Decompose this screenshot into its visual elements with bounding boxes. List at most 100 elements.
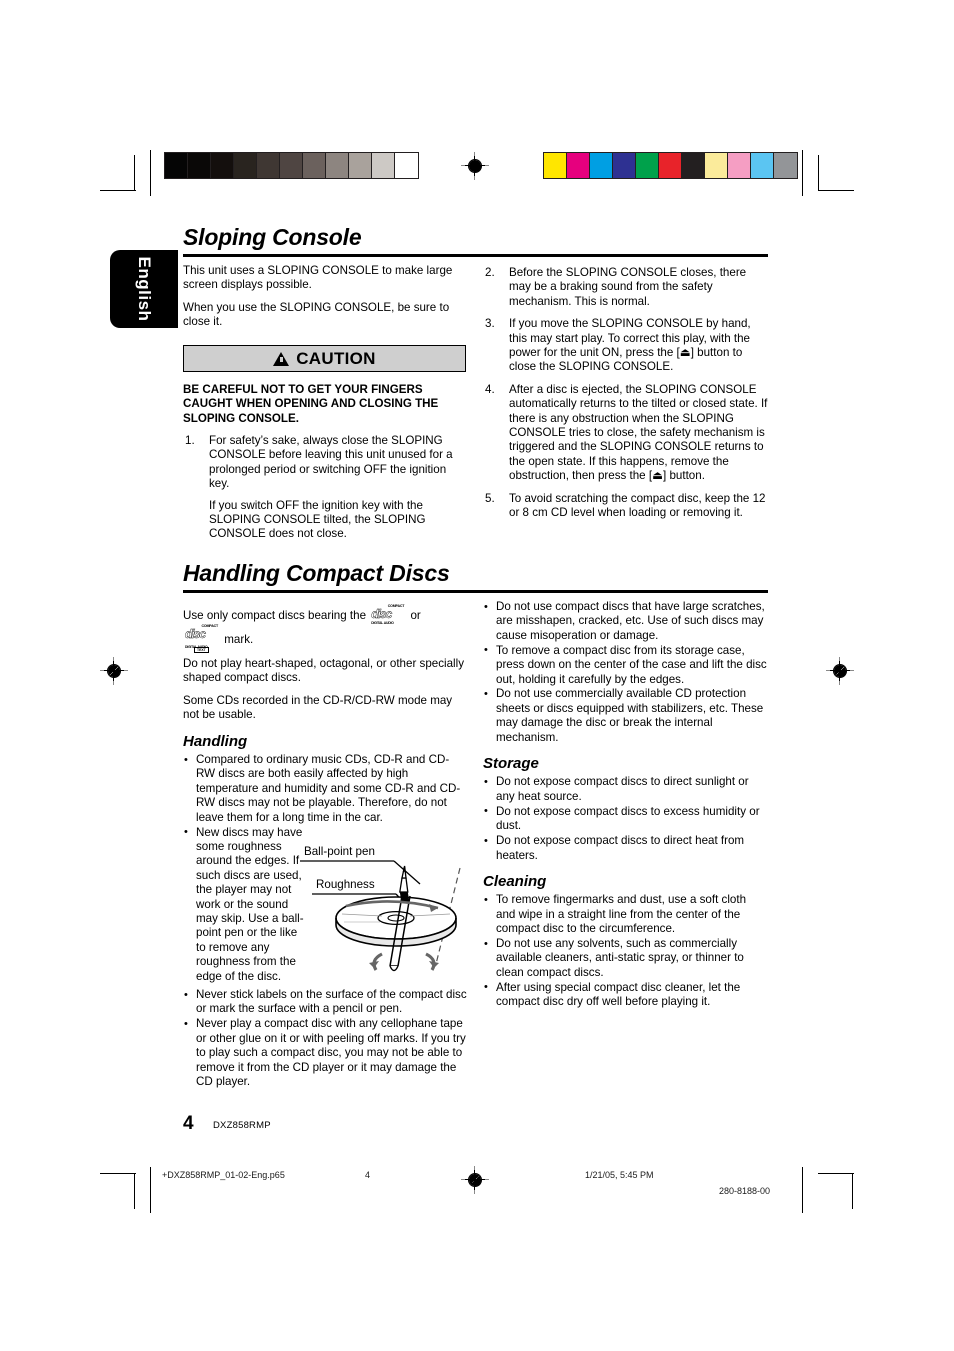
list-item: After using special compact disc cleaner…: [483, 980, 768, 1010]
list-item: Never stick labels on the surface of the…: [183, 988, 468, 1017]
print-doc-code: 280-8188-00: [719, 1186, 771, 1196]
caution-banner: CAUTION: [183, 345, 466, 372]
calibration-swatch-1: [567, 153, 590, 178]
list-item-number: 1.: [185, 434, 195, 447]
numbered-list-right: 2. Before the SLOPING CONSOLE closes, th…: [483, 266, 768, 521]
print-timestamp: 1/21/05, 5:45 PM: [585, 1170, 654, 1180]
warning-triangle-icon: [273, 351, 290, 366]
handling-paragraph-2: Some CDs recorded in the CD-R/CD-RW mode…: [183, 693, 453, 722]
compact-disc-digital-audio-logo-icon: COMPACT disc DIGITAL AUDIO: [371, 604, 405, 625]
compact-disc-text-logo-icon: COMPACT disc DIGITAL AUDIO TEXT: [185, 624, 219, 653]
calibration-swatch-2: [211, 153, 234, 178]
list-item-text: Before the SLOPING CONSOLE closes, there…: [509, 266, 747, 308]
calibration-swatch-1: [188, 153, 211, 178]
calibration-swatch-8: [728, 153, 751, 178]
list-item-text: If you move the SLOPING CONSOLE by hand,…: [509, 317, 751, 374]
calibration-swatch-4: [636, 153, 659, 178]
cd-logo-word: disc: [371, 606, 392, 621]
list-item: Compared to ordinary music CDs, CD-R and…: [183, 753, 468, 825]
list-item: Do not expose compact discs to direct su…: [483, 775, 768, 804]
calibration-swatch-9: [372, 153, 395, 178]
calibration-swatch-2: [590, 153, 613, 178]
sloping-console-left-column: This unit uses a SLOPING CONSOLE to make…: [183, 264, 468, 338]
illustration-svg: [300, 860, 461, 972]
calibration-swatch-9: [751, 153, 774, 178]
illustration-label-ball-point-pen: Ball-point pen: [304, 845, 375, 858]
calibration-swatch-4: [257, 153, 280, 178]
list-item: To remove fingermarks and dust, use a so…: [483, 893, 768, 936]
calibration-swatch-6: [303, 153, 326, 178]
registration-mark-right: [826, 657, 854, 685]
calibration-swatch-10: [395, 153, 418, 178]
list-item: Never play a compact disc with any cello…: [183, 1017, 468, 1089]
sloping-console-right-column: 2. Before the SLOPING CONSOLE closes, th…: [483, 266, 768, 529]
list-item: Do not expose compact discs to direct he…: [483, 834, 768, 863]
section-heading-sloping-console: Sloping Console: [183, 224, 768, 257]
calibration-swatch-7: [326, 153, 349, 178]
storage-bullet-list: Do not expose compact discs to direct su…: [483, 775, 768, 862]
cd-mark-paragraph: Use only compact discs bearing the COMPA…: [183, 604, 468, 653]
list-item: Do not use commercially available CD pro…: [483, 687, 768, 745]
print-page-number: 4: [365, 1170, 371, 1180]
list-item: 4. After a disc is ejected, the SLOPING …: [483, 383, 768, 484]
calibration-swatch-5: [659, 153, 682, 178]
calibration-swatch-6: [682, 153, 705, 178]
subsection-title-storage: Storage: [483, 755, 539, 773]
language-tab-english: English: [110, 250, 178, 328]
cd-text-logo-bottom-2: TEXT: [194, 646, 209, 653]
list-item: Do not use any solvents, such as commerc…: [483, 937, 768, 980]
calibration-swatch-10: [774, 153, 797, 178]
calibration-swatch-0: [544, 153, 567, 178]
registration-mark-bottom: [461, 1166, 489, 1194]
ball-point-pen-disc-illustration: Ball-point pen Roughness: [286, 836, 476, 986]
calibration-swatch-0: [165, 153, 188, 178]
language-tab-label: English: [135, 256, 154, 322]
cd-mark-intro: Use only compact discs bearing the: [183, 609, 367, 622]
list-item: Do not use compact discs that have large…: [483, 599, 768, 643]
list-item-text: If you switch OFF the ignition key with …: [209, 498, 426, 541]
calibration-swatch-3: [613, 153, 636, 178]
caution-lead-text: BE CAREFUL NOT TO GET YOUR FINGERS CAUGH…: [183, 383, 439, 425]
subsection-title-cleaning: Cleaning: [483, 872, 547, 890]
cleaning-bullet-list: To remove fingermarks and dust, use a so…: [483, 893, 768, 1009]
cd-mark-or: or: [410, 609, 421, 622]
heading-rule: [183, 590, 768, 593]
list-item: 3. If you move the SLOPING CONSOLE by ha…: [483, 317, 768, 375]
section-title: Handling Compact Discs: [183, 560, 450, 586]
handling-paragraph-1: Do not play heart-shaped, octagonal, or …: [183, 657, 464, 685]
intro-paragraph-2: When you use the SLOPING CONSOLE, be sur…: [183, 300, 450, 329]
handling-right-bullet-list: Do not use compact discs that have large…: [483, 599, 768, 745]
list-item: 1. For safety’s sake, always close the S…: [183, 434, 468, 542]
list-item-number: 4.: [485, 382, 495, 396]
list-item-text: After a disc is ejected, the SLOPING CON…: [509, 382, 768, 483]
calibration-swatch-7: [705, 153, 728, 178]
list-item-number: 3.: [485, 317, 495, 331]
manual-page: English Sloping Console This unit uses a…: [0, 0, 954, 1351]
color-calibration-bar: [543, 152, 798, 179]
heading-rule: [183, 254, 768, 257]
model-name: DXZ858RMP: [213, 1120, 271, 1131]
registration-mark-top: [461, 152, 489, 180]
list-item: 2. Before the SLOPING CONSOLE closes, th…: [483, 266, 768, 309]
handling-right-column: Do not use compact discs that have large…: [483, 599, 768, 1010]
list-item-text: For safety’s sake, always close the SLOP…: [209, 434, 453, 491]
grayscale-calibration-bar: [164, 152, 419, 179]
page-number: 4: [183, 1113, 194, 1134]
calibration-swatch-3: [234, 153, 257, 178]
cd-mark-outro: mark.: [224, 633, 254, 646]
print-filename: +DXZ858RMP_01-02-Eng.p65: [162, 1170, 285, 1180]
section-heading-handling-compact-discs: Handling Compact Discs: [183, 560, 768, 593]
cd-text-logo-word: disc: [185, 626, 206, 641]
sloping-console-left-list: 1. For safety’s sake, always close the S…: [183, 434, 468, 550]
list-item-number: 2.: [485, 266, 495, 279]
subsection-title-handling: Handling: [183, 732, 248, 750]
list-item-text: To avoid scratching the compact disc, ke…: [509, 491, 766, 520]
calibration-swatch-5: [280, 153, 303, 178]
calibration-swatch-8: [349, 153, 372, 178]
illustration-label-roughness: Roughness: [316, 878, 375, 891]
list-item: 5. To avoid scratching the compact disc,…: [483, 492, 768, 521]
list-item: Do not expose compact discs to excess hu…: [483, 804, 768, 834]
intro-paragraph-1: This unit uses a SLOPING CONSOLE to make…: [183, 264, 453, 292]
cd-logo-bottom-text: DIGITAL AUDIO: [371, 620, 394, 625]
section-title: Sloping Console: [183, 224, 362, 250]
